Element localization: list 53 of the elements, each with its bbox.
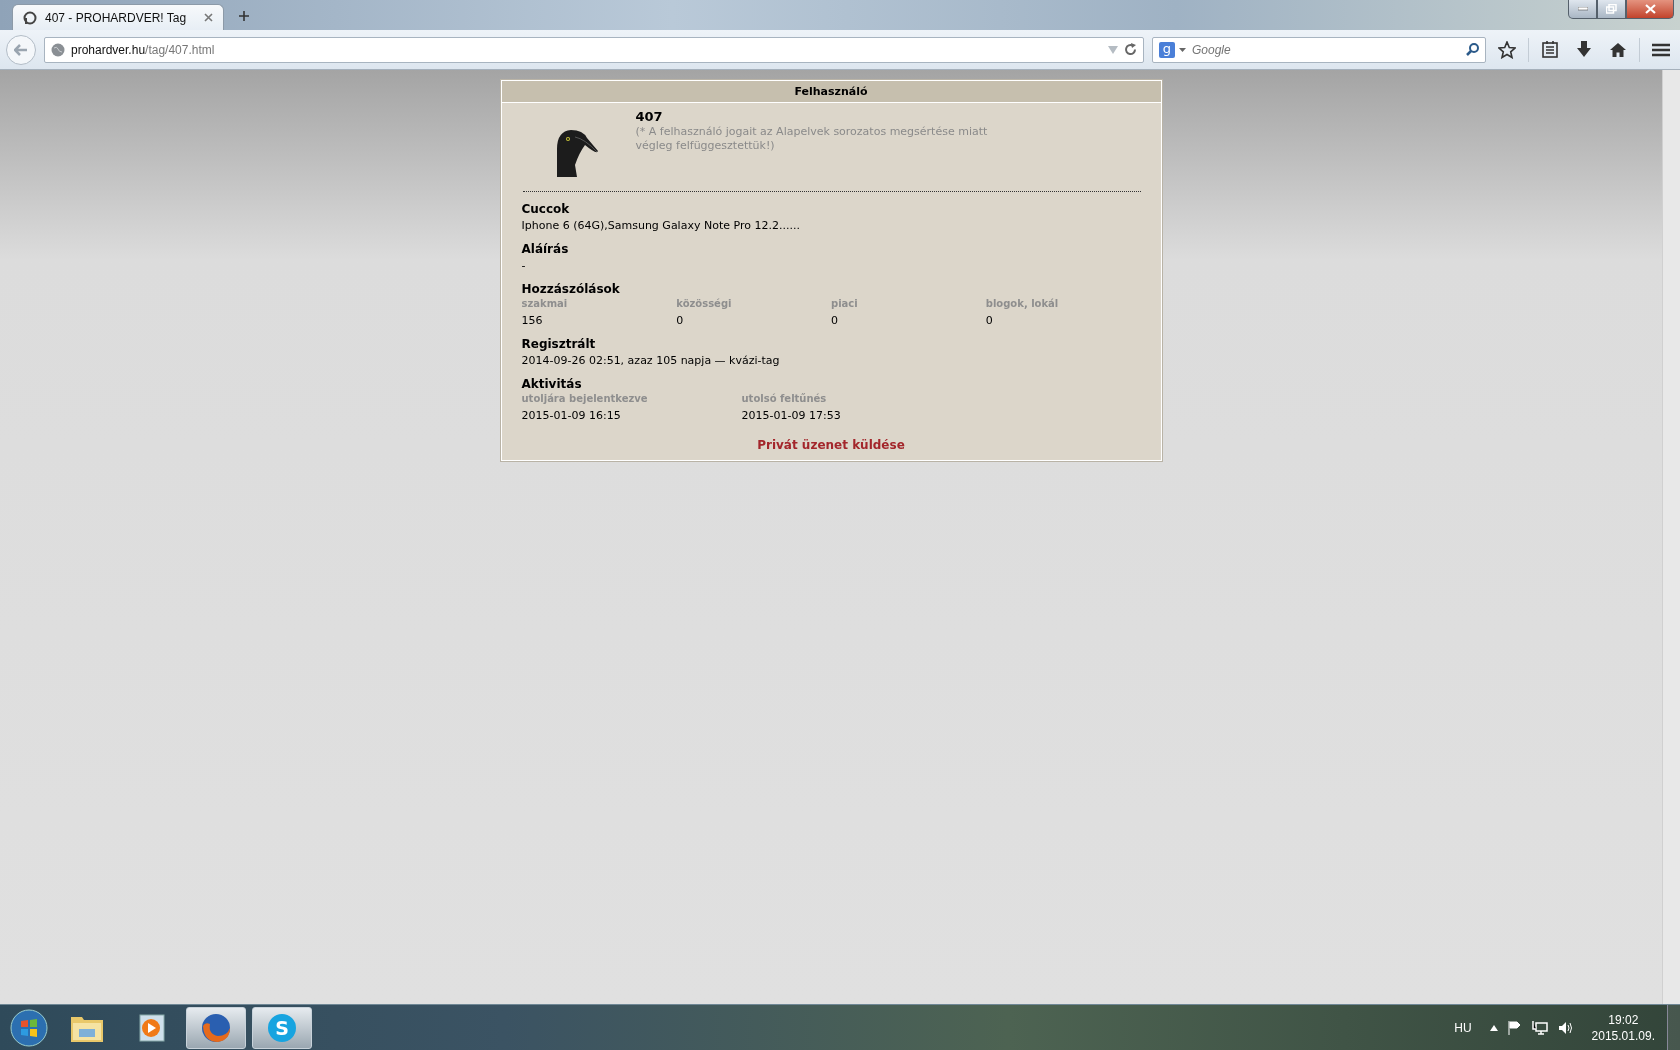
stat-label: piaci bbox=[831, 298, 859, 309]
minimize-button[interactable] bbox=[1568, 0, 1597, 19]
flag-icon bbox=[1507, 1020, 1522, 1035]
username: 407 bbox=[635, 109, 664, 124]
stat-label: utoljára bejelentkezve bbox=[521, 393, 649, 404]
stat-value: 0 bbox=[676, 313, 685, 328]
search-box[interactable]: g Google bbox=[1152, 36, 1486, 63]
section-title: Hozzászólások bbox=[521, 282, 621, 296]
minimize-icon bbox=[1577, 7, 1588, 11]
section-title: Cuccok bbox=[521, 202, 571, 216]
close-button[interactable] bbox=[1626, 0, 1674, 19]
stat-value: 156 bbox=[521, 313, 544, 328]
stat-label: utolsó feltűnés bbox=[741, 393, 828, 404]
back-arrow-icon bbox=[14, 43, 28, 56]
suspension-note: (* A felhasználó jogait az Alapelvek sorozatos megsértése miatt végleg felfüggesztettük!) bbox=[635, 125, 989, 153]
scrollbar[interactable] bbox=[1662, 70, 1680, 1004]
new-tab-icon[interactable] bbox=[238, 10, 250, 22]
close-icon bbox=[1644, 4, 1656, 14]
section-title: Aláírás bbox=[521, 242, 570, 256]
stat-label: szakmai bbox=[521, 298, 569, 309]
search-icon bbox=[1466, 43, 1479, 56]
stat-value: 0 bbox=[985, 313, 994, 328]
stat-label: blogok, lokál bbox=[985, 298, 1060, 309]
reload-icon bbox=[1124, 43, 1137, 56]
browser-tab[interactable]: 407 - PROHARDVER! Tag bbox=[12, 4, 224, 30]
language-indicator[interactable]: HU bbox=[1454, 1020, 1472, 1035]
site-logo-icon bbox=[23, 10, 37, 25]
stat-label: közösségi bbox=[676, 298, 733, 309]
clock-date[interactable]: 2015.01.09. bbox=[1591, 1027, 1655, 1044]
dropdown-arrow-icon bbox=[1179, 47, 1186, 52]
section-title: Aktivitás bbox=[521, 377, 583, 391]
section-title: Regisztrált bbox=[521, 337, 597, 351]
card-header: Felhasználó bbox=[501, 81, 1161, 103]
clock-time[interactable]: 19:02 bbox=[1591, 1011, 1655, 1028]
globe-icon bbox=[51, 42, 65, 57]
stat-value: 2015-01-09 16:15 bbox=[521, 408, 622, 423]
network-icon bbox=[1531, 1020, 1548, 1035]
close-tab-icon[interactable] bbox=[204, 13, 213, 22]
url-text: prohardver.hu/tag/407.html bbox=[71, 42, 216, 57]
stat-value: 2015-01-09 17:53 bbox=[741, 408, 842, 423]
section-text: Iphone 6 (64G),Samsung Galaxy Note Pro 12.2...... bbox=[521, 218, 801, 233]
restore-button[interactable] bbox=[1597, 0, 1626, 19]
restore-icon bbox=[1606, 4, 1617, 14]
section-text: - bbox=[521, 258, 527, 273]
private-message-link[interactable]: Privát üzenet küldése bbox=[757, 438, 905, 452]
tray-up-arrow-icon bbox=[1489, 1024, 1498, 1031]
stat-value: 0 bbox=[831, 313, 839, 328]
firefox-taskbar-icon[interactable] bbox=[186, 1006, 246, 1049]
section-text: 2014-09-26 02:51, azaz 105 napja — kvázi-tag bbox=[521, 353, 781, 368]
address-field[interactable]: prohardver.hu/tag/407.html bbox=[44, 36, 1144, 63]
speaker-icon bbox=[1557, 1020, 1574, 1035]
dropdown-arrow-icon bbox=[1108, 45, 1118, 54]
search-engine-badge[interactable]: g bbox=[1159, 41, 1175, 58]
